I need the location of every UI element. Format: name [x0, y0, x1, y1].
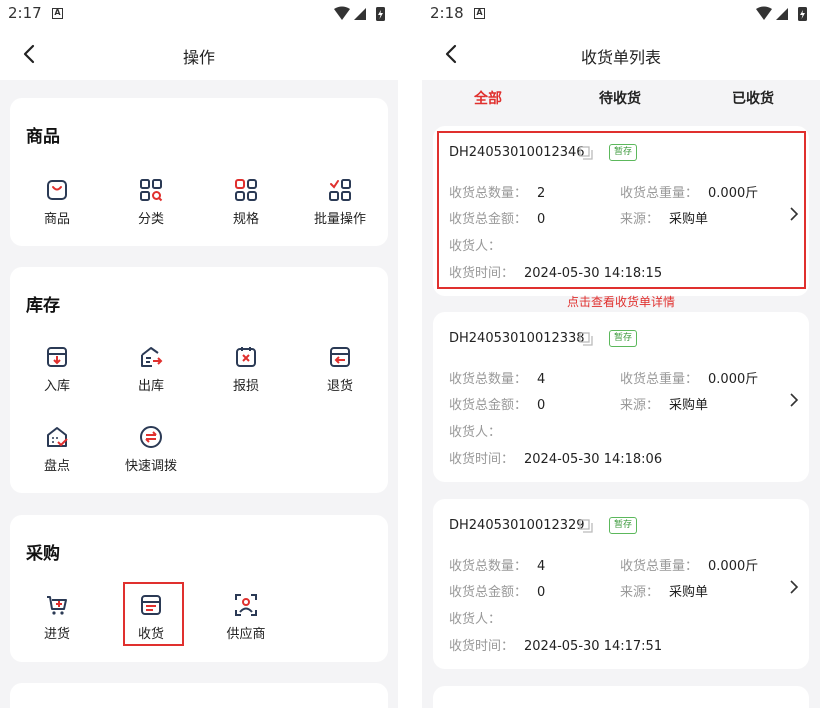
return-goods-icon	[330, 347, 350, 367]
receipt-card[interactable]	[433, 686, 809, 708]
tile-label: 商品	[43, 212, 70, 227]
status-bar: 2:18 A	[422, 0, 820, 28]
receipt-code: DH24053010012338	[449, 331, 585, 346]
goods-section-card: 商品 商品 分类 规格 批量操作	[10, 98, 388, 246]
chevron-right-icon	[790, 580, 799, 594]
detail-highlight-box	[437, 131, 806, 289]
amount-row: 收货总金额： 0	[449, 585, 546, 600]
notification-a-icon: A	[52, 8, 63, 19]
tile-goods[interactable]: 商品	[12, 178, 102, 234]
tab-pending[interactable]: 待收货	[570, 88, 670, 108]
page-title: 收货单列表	[580, 48, 661, 67]
tile-stock-out[interactable]: 出库	[106, 345, 196, 401]
page-title: 操作	[182, 48, 215, 67]
tile-label: 快速调拨	[124, 459, 177, 474]
category-grid-icon	[140, 179, 163, 202]
tile-label: 退货	[326, 379, 353, 394]
receiver-row: 收货人：	[449, 612, 502, 627]
status-bar: 2:17 A	[0, 0, 398, 28]
next-section-card	[10, 683, 388, 708]
tile-label: 批量操作	[313, 212, 366, 227]
receipt-list-screen: 2:18 A 收货单列表 全部 待收货 已收货 DH24053010012346…	[422, 0, 820, 708]
spec-icon	[235, 179, 257, 201]
tile-stock-in[interactable]: 入库	[12, 345, 102, 401]
time-row: 收货时间： 2024-05-30 14:17:51	[449, 639, 663, 654]
batch-operation-icon	[329, 179, 351, 201]
detail-hint-text: 点击查看收货单详情	[566, 295, 675, 309]
source-row: 来源： 采购单	[620, 585, 709, 600]
weight-row: 收货总重量： 0.000斤	[620, 559, 759, 574]
receipt-card[interactable]: DH24053010012338 暂存 收货总数量： 4 收货总重量： 0.000斤…	[433, 312, 809, 482]
system-status-icons	[756, 6, 807, 21]
tile-label: 入库	[43, 379, 70, 394]
amount-row: 收货总金额： 0	[449, 398, 546, 413]
stock-in-icon	[47, 347, 67, 367]
purchase-section-card: 采购 进货 收货 供应商	[10, 515, 388, 662]
transfer-icon	[140, 426, 162, 448]
tile-spec[interactable]: 规格	[201, 178, 291, 234]
operations-screen: 2:17 A 操作 商品 商品 分类 规格 批量操作 库存 入库 出库 报损 退…	[0, 0, 398, 708]
status-time: 2:17	[8, 4, 42, 22]
shopping-bag-icon	[47, 180, 67, 200]
nav-bar: 收货单列表	[422, 28, 820, 80]
supplier-icon	[235, 594, 257, 616]
qty-row: 收货总数量： 4	[449, 372, 546, 387]
tile-return[interactable]: 退货	[295, 345, 385, 401]
tab-received[interactable]: 已收货	[703, 88, 803, 108]
tile-quick-transfer[interactable]: 快速调拨	[106, 425, 196, 481]
tile-purchase-in[interactable]: 进货	[12, 593, 102, 649]
status-time: 2:18	[430, 4, 464, 22]
copy-icon[interactable]	[579, 519, 593, 533]
qty-row: 收货总数量： 4	[449, 559, 546, 574]
tile-category[interactable]: 分类	[106, 178, 196, 234]
tile-label: 规格	[232, 212, 259, 227]
receipt-card[interactable]: DH24053010012329 暂存 收货总数量： 4 收货总重量： 0.000斤…	[433, 499, 809, 669]
copy-icon[interactable]	[579, 332, 593, 346]
receiver-row: 收货人：	[449, 425, 502, 440]
status-badge: 暂存	[609, 517, 638, 534]
stocktake-icon	[47, 427, 68, 447]
system-status-icons	[334, 6, 385, 21]
tile-batch[interactable]: 批量操作	[295, 178, 385, 234]
inventory-section-card: 库存 入库 出库 报损 退货 盘点 快速调拨	[10, 267, 388, 493]
status-tabs: 全部 待收货 已收货	[422, 80, 820, 116]
stock-out-icon	[141, 347, 163, 367]
section-title-goods: 商品	[26, 127, 60, 147]
chevron-right-icon	[790, 393, 799, 407]
tab-all[interactable]: 全部	[438, 88, 538, 108]
tile-label: 盘点	[43, 459, 70, 474]
tile-damage[interactable]: 报损	[201, 345, 291, 401]
notification-a-icon: A	[474, 8, 485, 19]
time-row: 收货时间： 2024-05-30 14:18:06	[449, 452, 663, 467]
tile-label: 报损	[232, 379, 259, 394]
tile-supplier[interactable]: 供应商	[201, 593, 291, 649]
receiving-highlight-box	[123, 582, 184, 646]
receipt-code: DH24053010012329	[449, 518, 585, 533]
tile-label: 分类	[137, 212, 164, 227]
damage-report-icon	[236, 347, 256, 367]
screen-gap	[398, 0, 422, 708]
section-title-purchase: 采购	[26, 544, 60, 564]
cart-icon	[47, 596, 67, 615]
nav-bar: 操作	[0, 28, 398, 80]
tile-label: 进货	[43, 627, 70, 642]
tile-stocktake[interactable]: 盘点	[12, 425, 102, 481]
weight-row: 收货总重量： 0.000斤	[620, 372, 759, 387]
tile-label: 供应商	[226, 627, 266, 642]
status-badge: 暂存	[609, 330, 638, 347]
section-title-inventory: 库存	[26, 296, 60, 316]
tile-label: 出库	[137, 379, 164, 394]
source-row: 来源： 采购单	[620, 398, 709, 413]
